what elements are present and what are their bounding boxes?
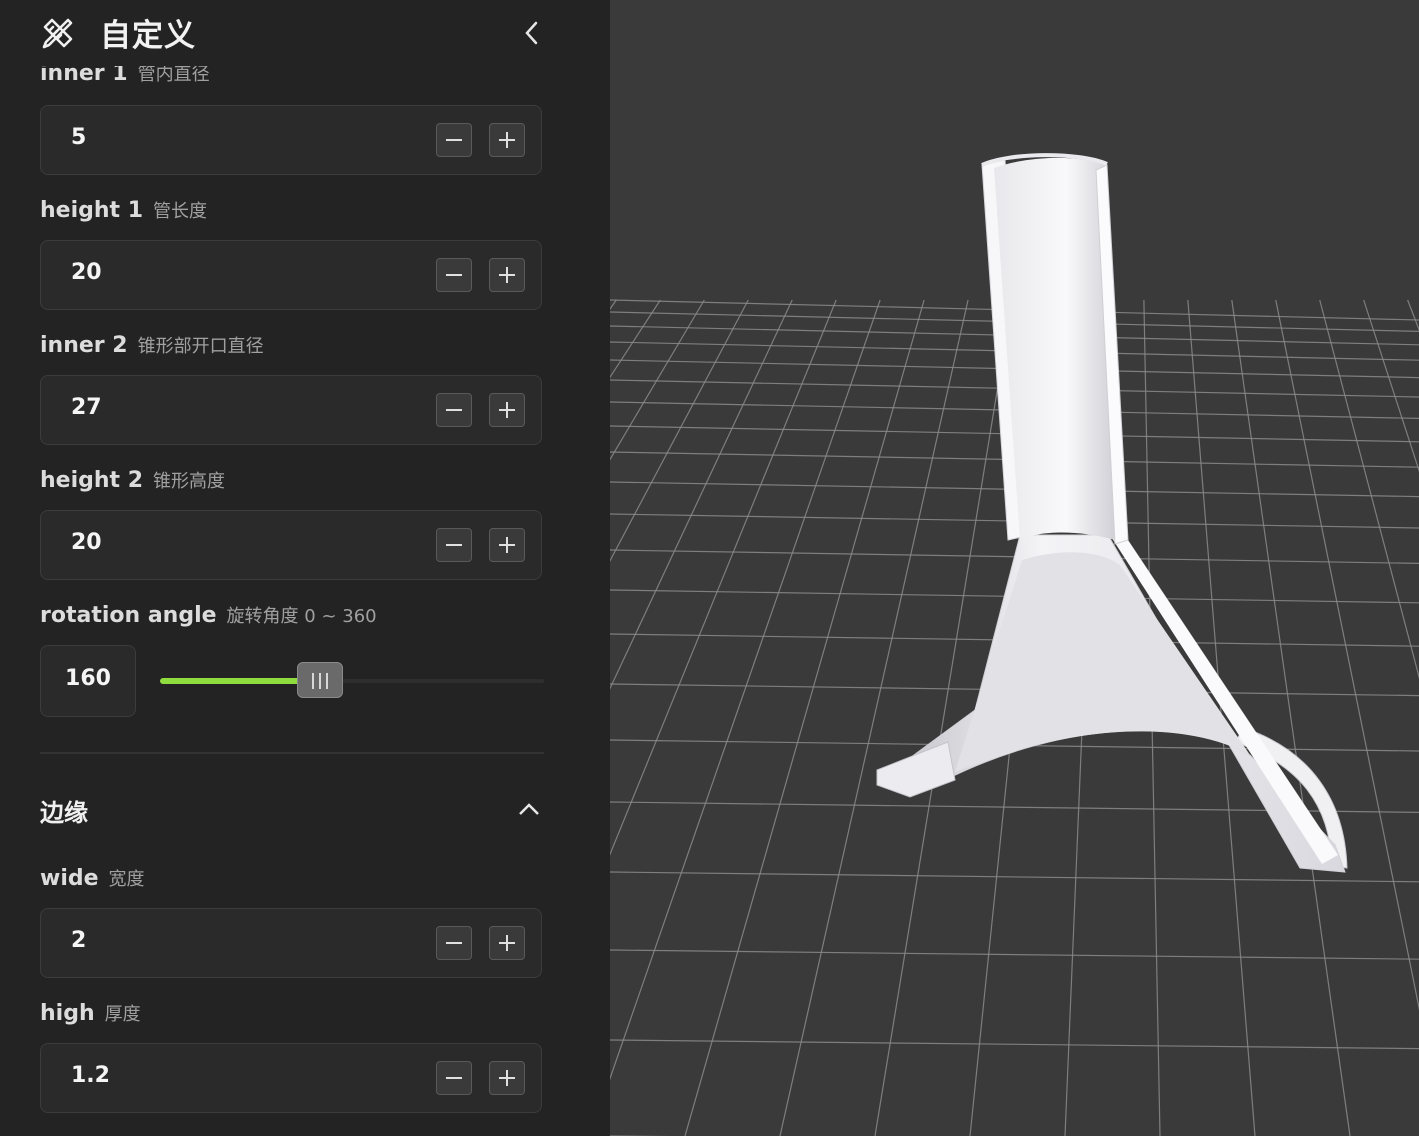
high-increment-button[interactable] [489,1061,525,1095]
wide-stepper: 2 [40,908,542,978]
height2-stepper: 20 [40,510,542,580]
high-decrement-button[interactable] [436,1061,472,1095]
height1-increment-button[interactable] [489,258,525,292]
minus-icon [446,942,462,944]
rotation-angle-value: 160 [65,666,111,691]
height1-decrement-button[interactable] [436,258,472,292]
height2-increment-button[interactable] [489,528,525,562]
minus-icon [446,274,462,276]
wide-decrement-button[interactable] [436,926,472,960]
inner1-decrement-button[interactable] [436,123,472,157]
height2-value[interactable]: 20 [71,530,102,555]
inner2-decrement-button[interactable] [436,393,472,427]
height2-label: height 2 锥形高度 [40,468,226,493]
section-divider [40,752,544,754]
wide-label: wide 宽度 [40,866,145,891]
minus-icon [446,1077,462,1079]
rotation-angle-label: rotation angle 旋转角度 0 ~ 360 [40,603,377,628]
height2-decrement-button[interactable] [436,528,472,562]
height1-value[interactable]: 20 [71,260,102,285]
wide-value[interactable]: 2 [71,928,86,953]
inner1-stepper: 5 [40,105,542,175]
ruler-pencil-icon [42,18,73,49]
chevron-up-icon [519,803,539,815]
high-stepper: 1.2 [40,1043,542,1113]
plus-icon [499,537,515,553]
plus-icon [499,1070,515,1086]
plus-icon [499,267,515,283]
slider-thumb[interactable] [297,662,343,698]
plus-icon [499,935,515,951]
inner1-value[interactable]: 5 [71,125,86,150]
wide-increment-button[interactable] [489,926,525,960]
3d-viewport[interactable] [610,0,1419,1136]
inner2-label: inner 2 锥形部开口直径 [40,333,264,358]
inner2-increment-button[interactable] [489,393,525,427]
minus-icon [446,544,462,546]
inner2-value[interactable]: 27 [71,395,102,420]
inner1-increment-button[interactable] [489,123,525,157]
settings-sidebar: inner 1 管内直径 5 height 1 管长度 20 inner 2 锥形部开… [0,0,610,1136]
rotation-angle-slider[interactable] [160,660,544,702]
edge-section-title: 边缘 [40,799,88,827]
edge-section-toggle[interactable] [514,796,544,822]
high-label: high 厚度 [40,1001,141,1026]
height1-label: height 1 管长度 [40,198,208,223]
minus-icon [446,409,462,411]
slider-fill [160,678,320,684]
minus-icon [446,139,462,141]
plus-icon [499,402,515,418]
height1-stepper: 20 [40,240,542,310]
collapse-panel-button[interactable] [516,16,548,50]
rotation-angle-input[interactable]: 160 [40,645,136,717]
inner2-stepper: 27 [40,375,542,445]
plus-icon [499,132,515,148]
chevron-left-icon [525,21,538,45]
high-value[interactable]: 1.2 [71,1063,110,1088]
panel-title: 自定义 [100,18,196,54]
sidebar-header: 自定义 [0,0,610,66]
